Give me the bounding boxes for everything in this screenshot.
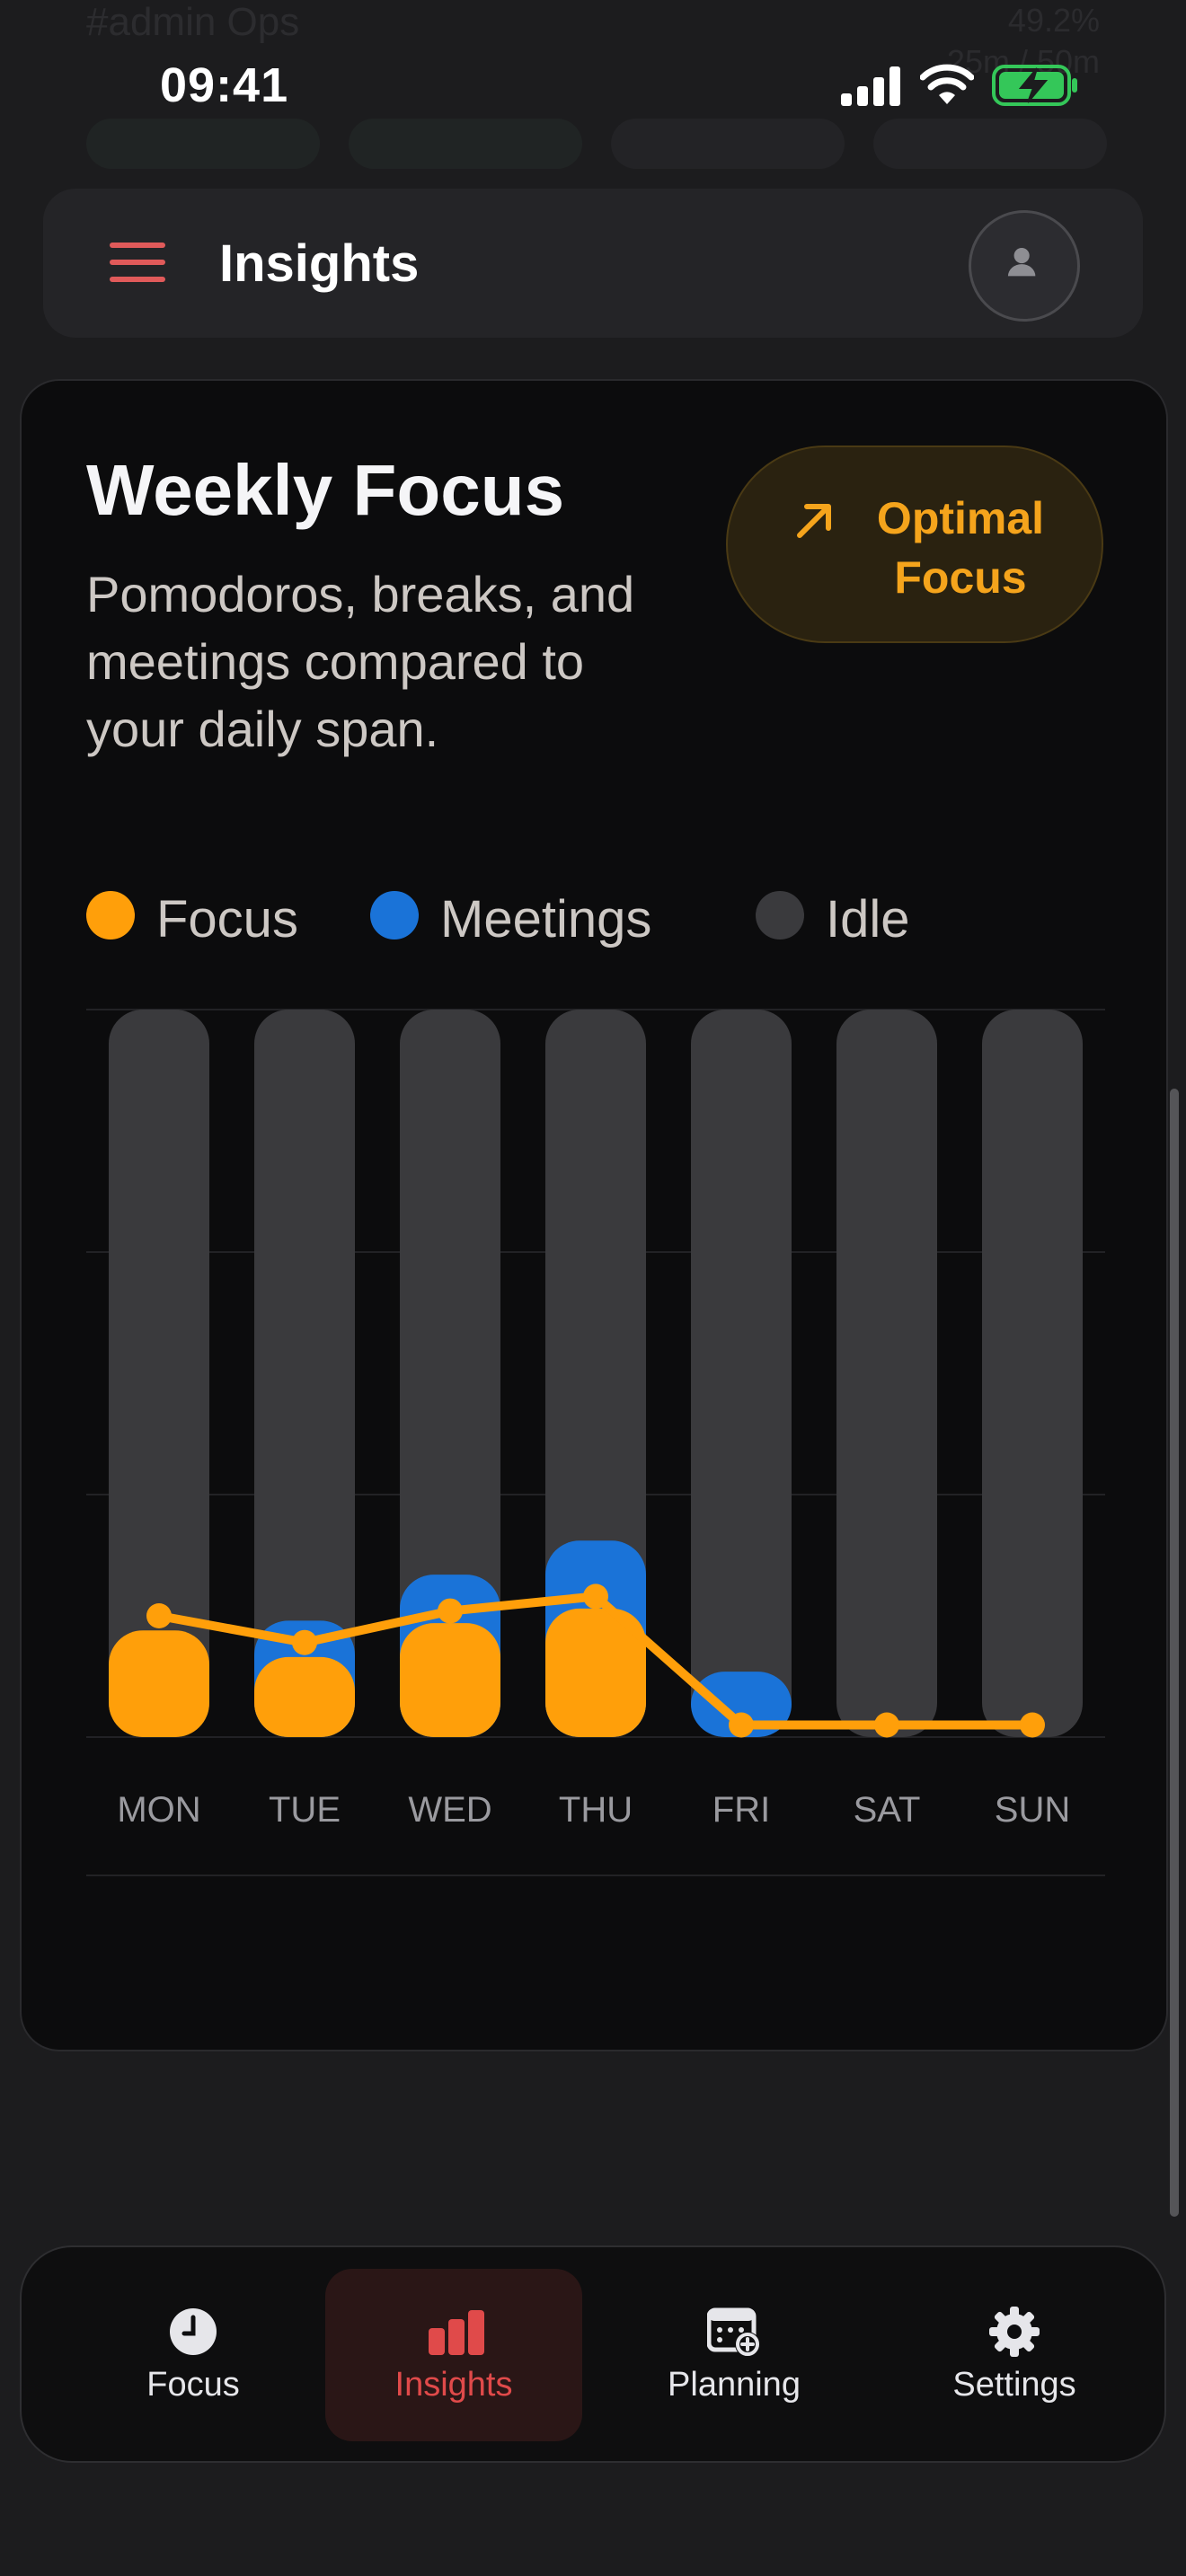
- bottom-tab-bar: Focus Insights Planning Settings: [20, 2245, 1166, 2463]
- scrollbar[interactable]: [1170, 1089, 1179, 2217]
- legend-label-focus: Focus: [156, 890, 298, 948]
- trend-point-tue: [292, 1629, 317, 1655]
- scrolled-pill: [611, 119, 845, 169]
- trend-point-wed: [438, 1598, 463, 1624]
- tab-planning[interactable]: Planning: [606, 2269, 863, 2441]
- bar-chart-icon: [429, 2310, 484, 2355]
- tab-settings[interactable]: Settings: [886, 2269, 1143, 2441]
- trend-point-fri: [729, 1712, 754, 1738]
- bar-idle-sun: [982, 1010, 1083, 1737]
- card-title: Weekly Focus: [86, 450, 565, 530]
- legend-label-idle: Idle: [826, 890, 910, 948]
- avatar[interactable]: [969, 210, 1080, 322]
- tab-focus[interactable]: Focus: [65, 2269, 322, 2441]
- trend-point-thu: [583, 1584, 608, 1610]
- page-title: Insights: [219, 234, 420, 293]
- legend-swatch-meetings: [370, 891, 419, 940]
- x-tick-label-wed: WED: [408, 1790, 491, 1830]
- clock-icon: [170, 2308, 217, 2355]
- scrolled-channel-title: #admin Ops: [86, 0, 300, 44]
- x-tick-label-fri: FRI: [712, 1790, 770, 1830]
- gear-icon: [989, 2307, 1040, 2357]
- bar-idle-sat: [836, 1010, 937, 1737]
- wifi-icon: [920, 64, 974, 104]
- bar-focus-wed: [400, 1623, 500, 1737]
- legend-swatch-idle: [756, 891, 804, 940]
- tab-insights-label: Insights: [394, 2366, 513, 2404]
- battery-charging-icon: [992, 65, 1077, 106]
- bar-focus-tue: [254, 1656, 355, 1737]
- cellular-signal-icon: [841, 66, 900, 106]
- arrow-up-right-icon: [797, 504, 831, 538]
- scrolled-pill: [86, 119, 320, 169]
- trend-point-sun: [1020, 1712, 1045, 1738]
- legend-label-meetings: Meetings: [440, 890, 652, 948]
- bar-idle-fri: [691, 1010, 792, 1737]
- scrolled-meta-percent: 49.2%: [1007, 2, 1100, 39]
- bar-focus-mon: [109, 1630, 209, 1737]
- status-bar: 09:41: [0, 54, 1186, 119]
- x-tick-label-tue: TUE: [269, 1790, 341, 1830]
- status-time: 09:41: [160, 58, 289, 112]
- x-tick-label-mon: MON: [117, 1790, 200, 1830]
- scrolled-pill: [349, 119, 582, 169]
- weekly-focus-chart: MON TUE WED THU FRI SAT SUN: [86, 1009, 1105, 1876]
- tab-focus-label: Focus: [146, 2366, 240, 2404]
- x-tick-label-thu: THU: [559, 1790, 633, 1830]
- weekly-focus-card: Weekly Focus Pomodoros, breaks, and meet…: [20, 379, 1168, 2051]
- optimal-focus-label: Optimal Focus: [876, 493, 1045, 603]
- optimal-focus-button[interactable]: Optimal Focus: [726, 446, 1103, 643]
- card-subtitle: Pomodoros, breaks, and meetings compared…: [86, 566, 635, 757]
- tab-settings-label: Settings: [952, 2366, 1076, 2404]
- hamburger-icon[interactable]: [110, 243, 165, 282]
- x-tick-label-sun: SUN: [995, 1790, 1070, 1830]
- trend-point-sat: [874, 1712, 899, 1738]
- app-header: Insights: [43, 189, 1143, 338]
- scrolled-pill-row: [86, 119, 1107, 169]
- tab-planning-label: Planning: [668, 2366, 801, 2404]
- scrolled-pill: [873, 119, 1107, 169]
- person-icon: [1007, 248, 1036, 277]
- trend-point-mon: [146, 1603, 172, 1628]
- legend-swatch-focus: [86, 891, 135, 940]
- calendar-add-icon: [707, 2307, 760, 2357]
- tab-insights[interactable]: Insights: [325, 2269, 582, 2441]
- x-tick-label-sat: SAT: [854, 1790, 921, 1830]
